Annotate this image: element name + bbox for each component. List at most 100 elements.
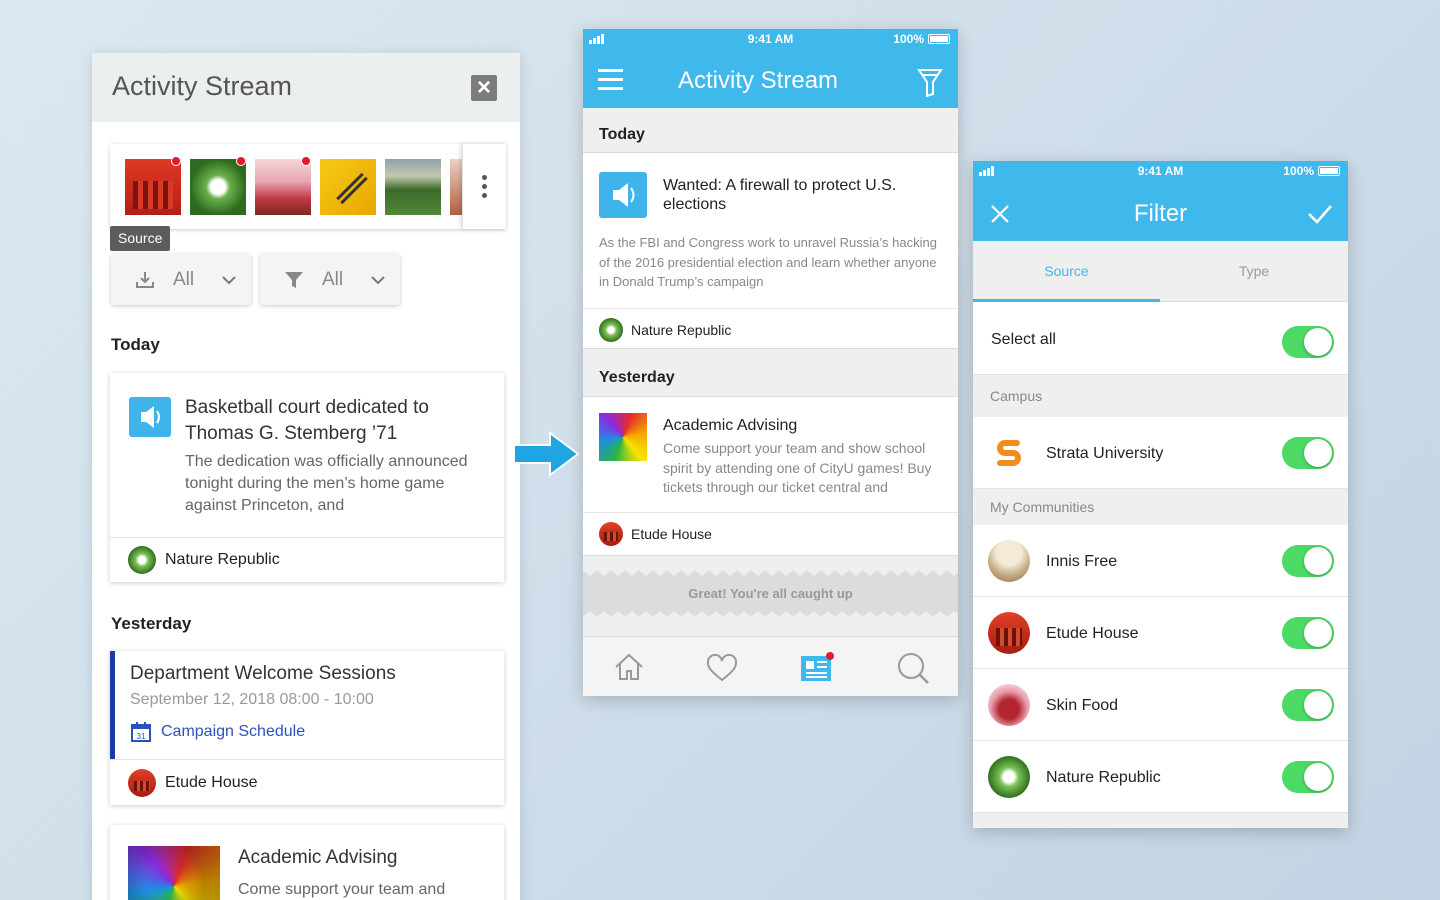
close-icon[interactable]: × <box>471 75 497 101</box>
arrow-right-icon <box>513 431 580 477</box>
download-icon <box>136 271 154 288</box>
svg-text:31: 31 <box>137 732 146 741</box>
source-filter-value: All <box>173 268 195 290</box>
communities-header: My Communities <box>973 489 1348 525</box>
activity-card-advising[interactable]: Academic Advising Come support your team… <box>110 825 504 900</box>
type-filter-dropdown[interactable]: All <box>260 254 400 305</box>
section-today: Today <box>599 126 645 143</box>
filter-row-label: Nature Republic <box>1046 769 1161 786</box>
select-all-row: Select all <box>973 303 1348 375</box>
battery-percent: 100% <box>1283 164 1314 178</box>
avatar <box>599 522 623 546</box>
activity-card-event[interactable]: Department Welcome Sessions September 12… <box>110 651 504 805</box>
avatar <box>988 684 1030 726</box>
source-thumb-skin-food[interactable] <box>255 156 311 215</box>
avatar <box>128 546 156 574</box>
tab-bar <box>583 636 958 696</box>
section-today: Today <box>111 335 160 354</box>
filter-tabs: Source Type <box>973 241 1348 302</box>
item-image <box>599 413 647 461</box>
battery-icon <box>1318 166 1340 176</box>
chevron-down-icon <box>222 272 236 288</box>
item-source-name: Nature Republic <box>631 322 732 338</box>
filter-toggle[interactable] <box>1282 761 1334 793</box>
notification-dot <box>236 156 246 166</box>
nav-bar: Filter <box>973 181 1348 241</box>
checkmark-icon[interactable] <box>1307 204 1333 224</box>
avatar <box>988 756 1030 798</box>
stream-item-announcement[interactable]: Wanted: A firewall to protect U.S. elect… <box>583 152 958 349</box>
type-filter-value: All <box>322 268 344 290</box>
item-source: Etude House <box>599 522 712 546</box>
more-options-icon[interactable] <box>462 144 506 229</box>
funnel-icon <box>285 271 303 288</box>
filter-toggle[interactable] <box>1282 617 1334 649</box>
item-title: Wanted: A firewall to protect U.S. elect… <box>663 177 897 213</box>
avatar <box>988 612 1030 654</box>
item-source: Nature Republic <box>599 318 731 342</box>
source-filter-dropdown[interactable]: All <box>111 254 251 305</box>
news-icon[interactable] <box>800 652 834 682</box>
item-body: Come support your team and show school s… <box>663 440 932 495</box>
mobile-filter-screen: 9:41 AM 100% Filter Source Type Select a… <box>973 161 1348 828</box>
source-thumb-nature-republic[interactable] <box>190 156 246 215</box>
item-body: As the FBI and Congress work to unravel … <box>599 235 937 289</box>
card-source-name: Etude House <box>165 773 258 791</box>
source-thumb-etude-house[interactable] <box>125 156 181 215</box>
nav-bar: Activity Stream <box>583 49 958 108</box>
megaphone-icon <box>599 172 647 218</box>
heart-icon[interactable] <box>706 654 738 682</box>
battery-percent: 100% <box>893 32 924 46</box>
source-thumb-partial[interactable] <box>450 159 462 215</box>
filter-toggle[interactable] <box>1282 437 1334 469</box>
megaphone-icon <box>129 397 171 437</box>
filter-row-label: Strata University <box>1046 445 1164 462</box>
activity-card-announcement[interactable]: Basketball court dedicated to Thomas G. … <box>110 373 504 582</box>
panel-header: Activity Stream × <box>92 53 520 122</box>
card-source: Etude House <box>110 759 504 805</box>
desktop-activity-panel: Activity Stream × Source All All Today B… <box>92 53 520 900</box>
filter-row-label: Skin Food <box>1046 697 1119 714</box>
avatar <box>599 318 623 342</box>
battery-icon <box>928 34 950 44</box>
filter-icon[interactable] <box>917 68 943 98</box>
source-tooltip: Source <box>110 226 171 251</box>
card-source-name: Nature Republic <box>165 551 280 568</box>
campus-header: Campus <box>973 375 1348 417</box>
caught-up-banner: Great! You're all caught up <box>583 568 958 619</box>
mobile-activity-stream: 9:41 AM 100% Activity Stream Today Wante… <box>583 29 958 696</box>
select-all-label: Select all <box>991 331 1056 348</box>
chevron-down-icon <box>371 272 385 288</box>
notification-dot <box>826 652 834 660</box>
strata-logo <box>997 440 1021 466</box>
card-title: Basketball court dedicated to Thomas G. … <box>185 397 429 444</box>
source-thumb-field[interactable] <box>385 159 441 215</box>
card-source: Nature Republic <box>110 537 504 582</box>
card-image <box>128 846 220 900</box>
hamburger-menu-icon[interactable] <box>598 69 623 90</box>
filter-toggle[interactable] <box>1282 689 1334 721</box>
search-icon[interactable] <box>896 652 930 684</box>
status-bar: 9:41 AM 100% <box>973 161 1348 181</box>
card-title: Academic Advising <box>238 847 398 868</box>
filter-row-innis-free: Innis Free <box>973 525 1348 597</box>
filter-toggle[interactable] <box>1282 545 1334 577</box>
home-icon[interactable] <box>613 652 645 682</box>
nav-title: Activity Stream <box>678 67 839 94</box>
card-title: Department Welcome Sessions <box>130 663 396 684</box>
stream-item-advising[interactable]: Academic Advising Come support your team… <box>583 396 958 556</box>
notification-dot <box>301 156 311 166</box>
item-title: Academic Advising <box>663 417 798 434</box>
section-yesterday: Yesterday <box>111 614 192 633</box>
avatar <box>988 540 1030 582</box>
calendar-icon: 31 <box>131 722 151 742</box>
tab-source[interactable]: Source <box>973 241 1160 302</box>
source-thumb-yellow[interactable] <box>320 159 376 215</box>
tab-type[interactable]: Type <box>1160 241 1348 302</box>
card-body: The dedication was officially announced … <box>185 453 468 514</box>
campaign-link[interactable]: 31 Campaign Schedule <box>130 721 305 743</box>
card-body: Come support your team and <box>238 881 446 898</box>
select-all-toggle[interactable] <box>1282 326 1334 358</box>
source-thumbnail-strip <box>110 144 506 229</box>
section-yesterday: Yesterday <box>599 369 675 386</box>
